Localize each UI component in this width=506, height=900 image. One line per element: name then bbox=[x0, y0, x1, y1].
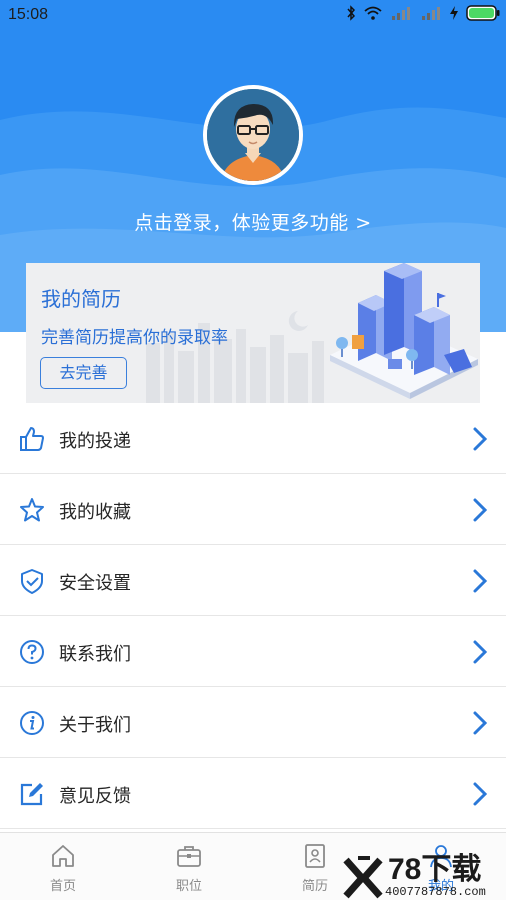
chevron-right-icon bbox=[472, 497, 488, 523]
resume-card-title: 我的简历 bbox=[41, 287, 121, 311]
shield-check-icon bbox=[18, 567, 46, 595]
complete-resume-button[interactable]: 去完善 bbox=[40, 357, 127, 389]
menu-item-label: 联系我们 bbox=[59, 644, 131, 665]
star-icon bbox=[18, 496, 46, 524]
resume-card[interactable]: 我的简历 完善简历提高你的录取率 去完善 bbox=[26, 263, 480, 403]
chevron-right-icon bbox=[472, 568, 488, 594]
menu-item-label: 我的收藏 bbox=[59, 502, 131, 523]
watermark-phone: 4007787878.com bbox=[385, 885, 486, 899]
menu-item-feedback[interactable]: 意见反馈 bbox=[0, 758, 506, 829]
chevron-right-icon bbox=[472, 426, 488, 452]
status-bar: 15:08 bbox=[0, 0, 506, 30]
status-time: 15:08 bbox=[8, 6, 49, 23]
question-circle-icon bbox=[18, 638, 46, 666]
signal-icon bbox=[390, 6, 412, 24]
info-circle-icon bbox=[18, 709, 46, 737]
status-icons bbox=[346, 5, 500, 25]
bluetooth-icon bbox=[346, 5, 356, 25]
watermark-brand: 78下载 bbox=[388, 853, 482, 886]
resume-icon bbox=[302, 843, 328, 869]
tab-home[interactable]: 首页 bbox=[0, 833, 126, 900]
menu-item-label: 安全设置 bbox=[59, 573, 131, 594]
menu-item-label: 关于我们 bbox=[59, 715, 131, 736]
menu-item-my-favorites[interactable]: 我的收藏 bbox=[0, 474, 506, 545]
battery-icon bbox=[466, 5, 500, 25]
menu-item-security-settings[interactable]: 安全设置 bbox=[0, 545, 506, 616]
avatar[interactable] bbox=[203, 85, 303, 185]
menu-item-contact-us[interactable]: 联系我们 bbox=[0, 616, 506, 687]
menu-item-label: 意见反馈 bbox=[59, 786, 131, 807]
profile-page: 15:08 点击登录，体验更多功能 > 我的简历 完善简历提高你的录取率 去完善… bbox=[0, 0, 506, 900]
chevron-right-icon bbox=[472, 781, 488, 807]
edit-icon bbox=[18, 780, 46, 808]
menu-item-my-applications[interactable]: 我的投递 bbox=[0, 403, 506, 474]
thumbs-up-icon bbox=[18, 425, 46, 453]
resume-card-subtitle: 完善简历提高你的录取率 bbox=[41, 328, 228, 348]
wifi-icon bbox=[364, 6, 382, 24]
tab-label: 首页 bbox=[49, 879, 76, 894]
charging-icon bbox=[450, 6, 458, 24]
login-prompt-link[interactable]: 点击登录，体验更多功能 > bbox=[0, 208, 506, 235]
tab-label: 职位 bbox=[175, 879, 202, 894]
menu-item-label: 我的投递 bbox=[59, 431, 131, 452]
avatar-image bbox=[207, 89, 299, 181]
chevron-right-icon bbox=[472, 710, 488, 736]
briefcase-icon bbox=[176, 843, 202, 869]
chevron-right-icon bbox=[472, 639, 488, 665]
menu-list: 我的投递 我的收藏 安全设置 联系我们 关于我们 意见反馈 bbox=[0, 403, 506, 829]
signal-icon-2 bbox=[420, 6, 442, 24]
tab-jobs[interactable]: 职位 bbox=[126, 833, 252, 900]
home-icon bbox=[50, 843, 76, 869]
menu-item-about-us[interactable]: 关于我们 bbox=[0, 687, 506, 758]
